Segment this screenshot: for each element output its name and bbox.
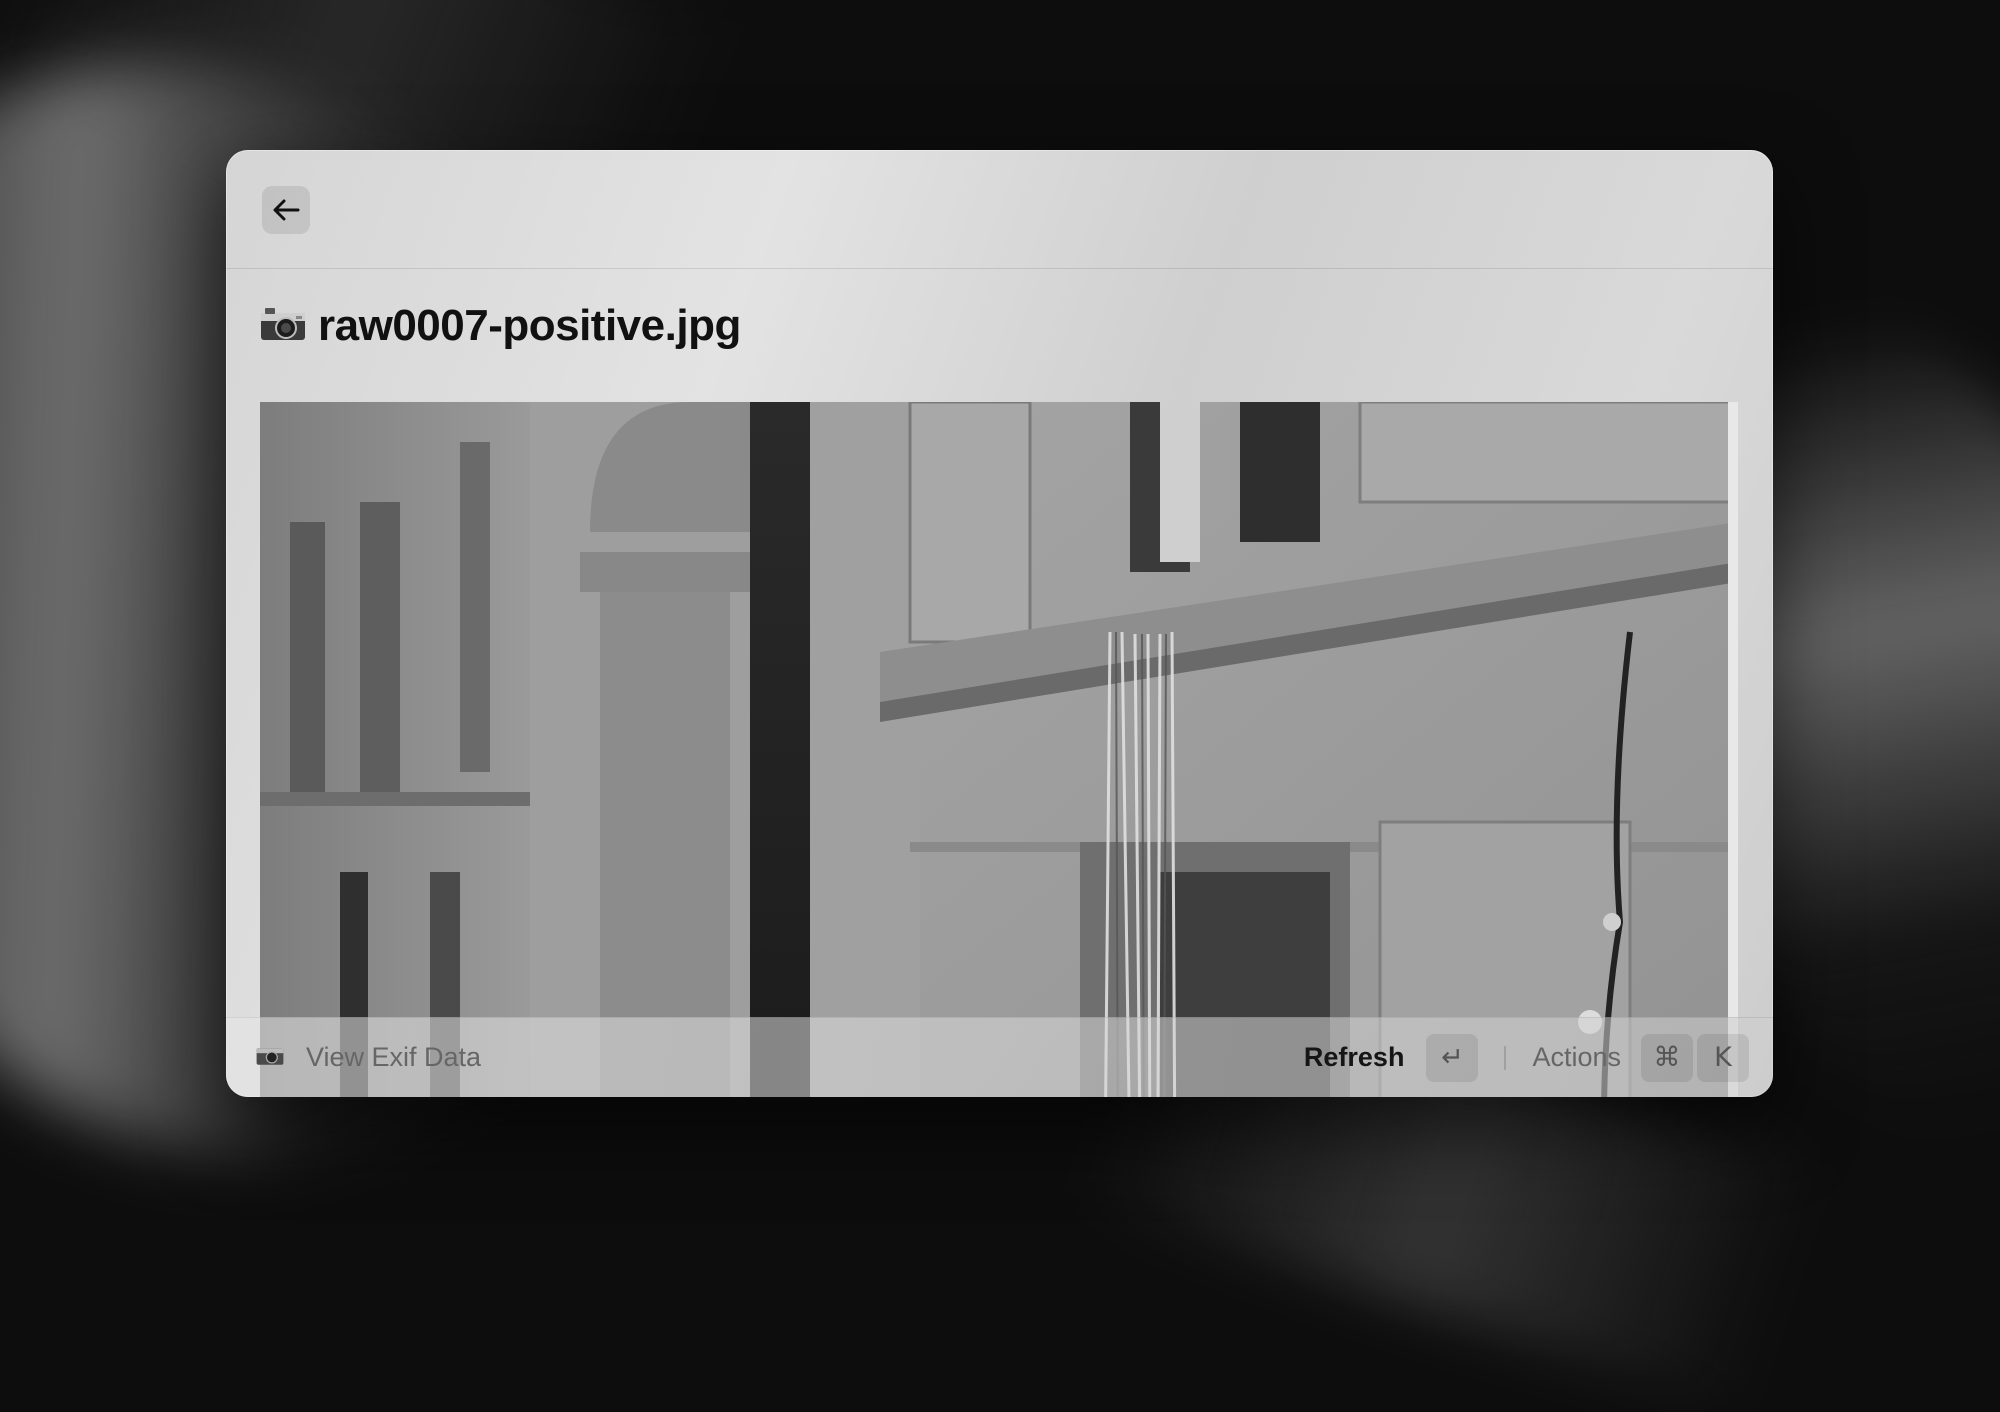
photo-image [260,402,1738,1097]
command-key-hint: ⌘ [1641,1033,1693,1082]
page-title: raw0007-positive.jpg [318,301,741,350]
action-bar: View Exif Data Refresh ↵ Actions ⌘ K [226,1017,1773,1097]
camera-icon [256,1044,284,1071]
app-window: raw0007-positive.jpg View Exif Data Refr… [226,150,1773,1097]
k-key-hint: K [1697,1033,1749,1082]
page-title-row: raw0007-positive.jpg [260,298,741,354]
divider [1504,1045,1507,1070]
photo-preview [260,402,1738,1097]
arrow-left-icon [273,199,300,221]
view-exif-data-action[interactable]: View Exif Data [306,1042,481,1073]
actions-menu-button[interactable]: Actions [1532,1042,1621,1073]
refresh-action[interactable]: Refresh [1304,1042,1405,1073]
top-bar [226,150,1773,269]
enter-key-hint: ↵ [1426,1033,1479,1082]
back-button[interactable] [262,186,310,234]
camera-icon [260,306,306,347]
